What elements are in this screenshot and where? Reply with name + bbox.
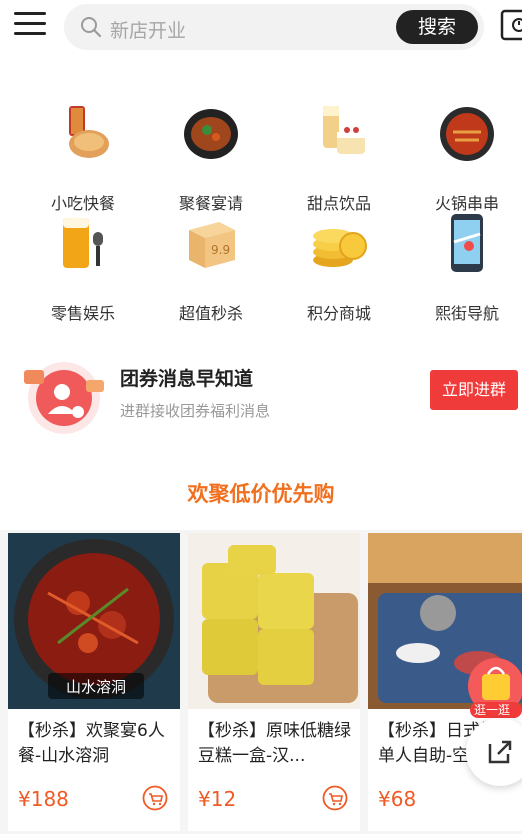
group-chat-icon bbox=[24, 362, 104, 434]
share-button[interactable] bbox=[466, 718, 522, 786]
product-price: ¥188 bbox=[18, 787, 69, 811]
category-navigation[interactable]: 熙街导航 bbox=[402, 212, 522, 323]
category-label: 甜点饮品 bbox=[306, 194, 371, 213]
join-group-button[interactable]: 立即进群 bbox=[430, 370, 518, 410]
category-snack[interactable]: 小吃快餐 bbox=[18, 102, 148, 213]
category-dessert[interactable]: 甜点饮品 bbox=[274, 102, 404, 213]
product-card[interactable]: 山水溶洞 【秒杀】欢聚宴6人餐-山水溶洞 ¥188 bbox=[8, 533, 180, 831]
product-image: 山水溶洞 bbox=[8, 533, 180, 709]
product-title: 【秒杀】欢聚宴6人餐-山水溶洞 bbox=[18, 721, 165, 766]
category-label: 聚餐宴请 bbox=[178, 194, 243, 213]
dessert-icon bbox=[323, 106, 365, 154]
search-placeholder: 新店开业 bbox=[110, 20, 187, 42]
image-caption: 山水溶洞 bbox=[66, 678, 126, 696]
svg-text:9.9: 9.9 bbox=[211, 243, 230, 257]
browse-float-button[interactable]: 逛一逛 bbox=[466, 656, 522, 720]
category-points-mall[interactable]: 积分商城 bbox=[274, 212, 404, 323]
product-list: 山水溶洞 【秒杀】欢聚宴6人餐-山水溶洞 ¥188 【秒杀】原味低糖绿豆糕一盒-… bbox=[0, 530, 522, 834]
cart-icon[interactable] bbox=[142, 785, 168, 811]
category-flash-sale[interactable]: 9.9 超值秒杀 bbox=[146, 212, 276, 323]
search-input[interactable]: 新店开业 搜索 bbox=[64, 4, 484, 50]
box-icon: 9.9 bbox=[189, 222, 235, 268]
map-phone-icon bbox=[451, 214, 483, 272]
category-label: 积分商城 bbox=[306, 304, 371, 323]
category-feast[interactable]: 聚餐宴请 bbox=[146, 102, 276, 213]
category-grid: 小吃快餐 聚餐宴请 甜点饮品 火锅串串 零售娱乐 9.9 超值秒杀 积分商城 熙… bbox=[0, 88, 522, 323]
history-icon[interactable] bbox=[500, 8, 522, 42]
category-label: 零售娱乐 bbox=[50, 304, 115, 323]
snack-icon bbox=[69, 106, 109, 158]
cart-icon[interactable] bbox=[322, 785, 348, 811]
browse-label: 逛一逛 bbox=[474, 703, 511, 717]
category-label: 火锅串串 bbox=[434, 194, 499, 213]
banner-subtitle: 进群接收团券福利消息 bbox=[120, 402, 271, 420]
product-card[interactable]: 【秒杀】原味低糖绿豆糕一盒-汉... ¥12 bbox=[188, 533, 360, 831]
category-retail[interactable]: 零售娱乐 bbox=[18, 212, 148, 323]
category-label: 小吃快餐 bbox=[50, 194, 115, 213]
section-title: 欢聚低价优先购 bbox=[187, 482, 335, 506]
category-label: 超值秒杀 bbox=[178, 304, 243, 323]
group-banner: 团券消息早知道 进群接收团券福利消息 立即进群 bbox=[0, 340, 522, 440]
banner-title: 团券消息早知道 bbox=[120, 368, 254, 390]
product-price: ¥12 bbox=[198, 787, 237, 811]
hotpot-icon bbox=[440, 107, 494, 161]
beer-mic-icon bbox=[63, 218, 103, 268]
top-bar: 新店开业 搜索 bbox=[0, 0, 522, 56]
search-icon bbox=[81, 17, 102, 38]
category-label: 熙街导航 bbox=[434, 304, 499, 323]
coin-icon bbox=[313, 229, 367, 267]
category-hotpot[interactable]: 火锅串串 bbox=[402, 102, 522, 213]
product-title: 【秒杀】原味低糖绿豆糕一盒-汉... bbox=[198, 721, 351, 766]
feast-icon bbox=[184, 109, 238, 159]
share-icon bbox=[488, 740, 512, 764]
product-image bbox=[188, 533, 360, 709]
product-price: ¥68 bbox=[378, 787, 417, 811]
search-button[interactable]: 搜索 bbox=[396, 10, 478, 44]
menu-icon[interactable] bbox=[14, 12, 46, 40]
